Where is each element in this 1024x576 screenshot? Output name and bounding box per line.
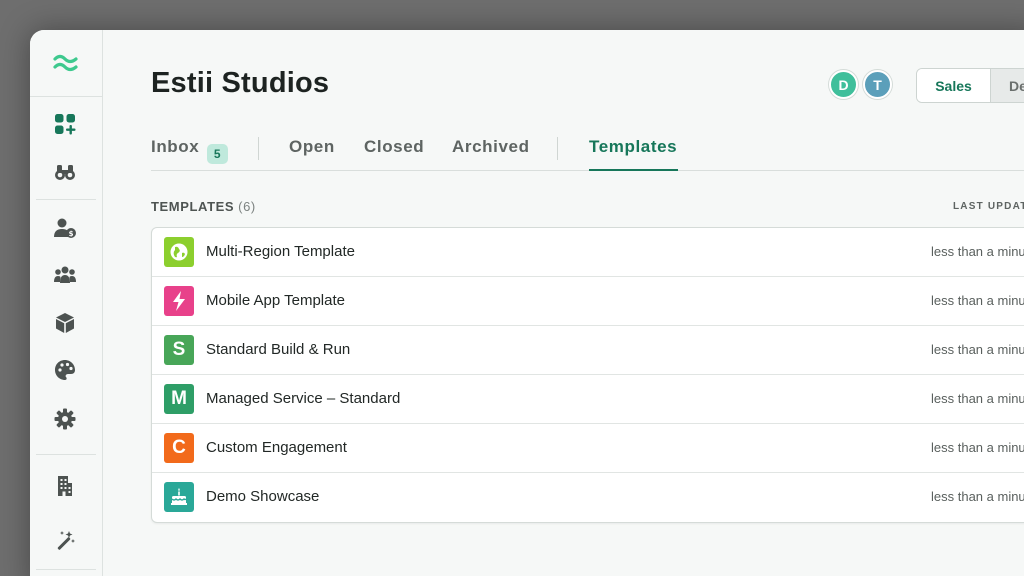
template-name: Custom Engagement	[206, 439, 347, 456]
template-updated: less than a minute ago	[931, 293, 1024, 308]
tab-bar: Inbox 5 Open Closed Archived Templates	[151, 130, 1024, 171]
inbox-count-badge: 5	[207, 144, 228, 164]
svg-text:$: $	[69, 230, 74, 238]
template-name: Multi-Region Template	[206, 243, 355, 260]
list-item[interactable]: M Managed Service – Standard less than a…	[152, 375, 1024, 424]
globe-icon	[164, 237, 194, 267]
template-name: Managed Service – Standard	[206, 390, 401, 407]
users-icon[interactable]	[51, 261, 79, 289]
sidebar-divider	[36, 454, 96, 455]
gear-icon[interactable]	[51, 405, 79, 433]
tab-archived[interactable]: Archived	[452, 137, 530, 157]
binoculars-icon[interactable]	[51, 158, 79, 186]
tab-separator	[258, 137, 259, 160]
sidebar: $	[30, 30, 103, 576]
view-segmented-control: Sales De	[916, 68, 1024, 103]
page-title: Estii Studios	[151, 67, 330, 99]
lightning-icon	[164, 286, 194, 316]
segment-sales[interactable]: Sales	[917, 69, 990, 102]
tab-templates[interactable]: Templates	[589, 137, 677, 157]
letter-icon: M	[164, 384, 194, 414]
template-updated: less than a minute ago	[931, 440, 1024, 455]
template-name: Standard Build & Run	[206, 341, 351, 358]
segment-delivery[interactable]: De	[990, 69, 1024, 102]
avatar[interactable]: T	[863, 70, 892, 99]
tab-closed[interactable]: Closed	[364, 137, 424, 157]
column-header-last-updated[interactable]: LAST UPDATED	[953, 201, 1024, 212]
template-updated: less than a minute ago	[931, 489, 1024, 504]
section-title: TEMPLATES	[151, 199, 235, 214]
grid-add-icon[interactable]	[51, 110, 79, 138]
active-tab-indicator	[589, 169, 678, 171]
list-item[interactable]: S Standard Build & Run less than a minut…	[152, 326, 1024, 375]
template-updated: less than a minute ago	[931, 244, 1024, 259]
avatar-initial: T	[873, 76, 882, 93]
box-icon[interactable]	[51, 309, 79, 337]
tab-inbox-label: Inbox	[151, 137, 200, 156]
list-item[interactable]: C Custom Engagement less than a minute a…	[152, 424, 1024, 473]
palette-icon[interactable]	[51, 356, 79, 384]
section-heading: TEMPLATES (6)	[151, 199, 256, 214]
template-name: Mobile App Template	[206, 292, 345, 309]
letter-icon: C	[164, 433, 194, 463]
logo-waves-icon[interactable]	[30, 30, 102, 97]
avatar-initial: D	[838, 76, 849, 93]
magic-wand-icon[interactable]	[51, 526, 79, 554]
template-name: Demo Showcase	[206, 488, 320, 505]
template-updated: less than a minute ago	[931, 342, 1024, 357]
list-item[interactable]: Demo Showcase less than a minute ago	[152, 473, 1024, 522]
user-dollar-icon[interactable]: $	[51, 214, 79, 242]
letter-icon: S	[164, 335, 194, 365]
tab-inbox[interactable]: Inbox 5	[151, 137, 228, 164]
tab-open[interactable]: Open	[289, 137, 335, 157]
building-icon[interactable]	[51, 472, 79, 500]
tab-separator	[557, 137, 558, 160]
main-content: Estii Studios D T Sales De Inbox 5 Open …	[103, 30, 1024, 576]
cake-icon	[164, 482, 194, 512]
avatar[interactable]: D	[829, 70, 858, 99]
list-item[interactable]: Mobile App Template less than a minute a…	[152, 277, 1024, 326]
template-updated: less than a minute ago	[931, 391, 1024, 406]
section-count: (6)	[238, 199, 256, 214]
app-window: $ Estii Studios D T Sales D Inbox 5 Open…	[30, 30, 1024, 576]
list-item[interactable]: Multi-Region Template less than a minute…	[152, 228, 1024, 277]
templates-list: Multi-Region Template less than a minute…	[151, 227, 1024, 523]
sidebar-divider	[36, 199, 96, 200]
sidebar-divider	[36, 569, 96, 570]
